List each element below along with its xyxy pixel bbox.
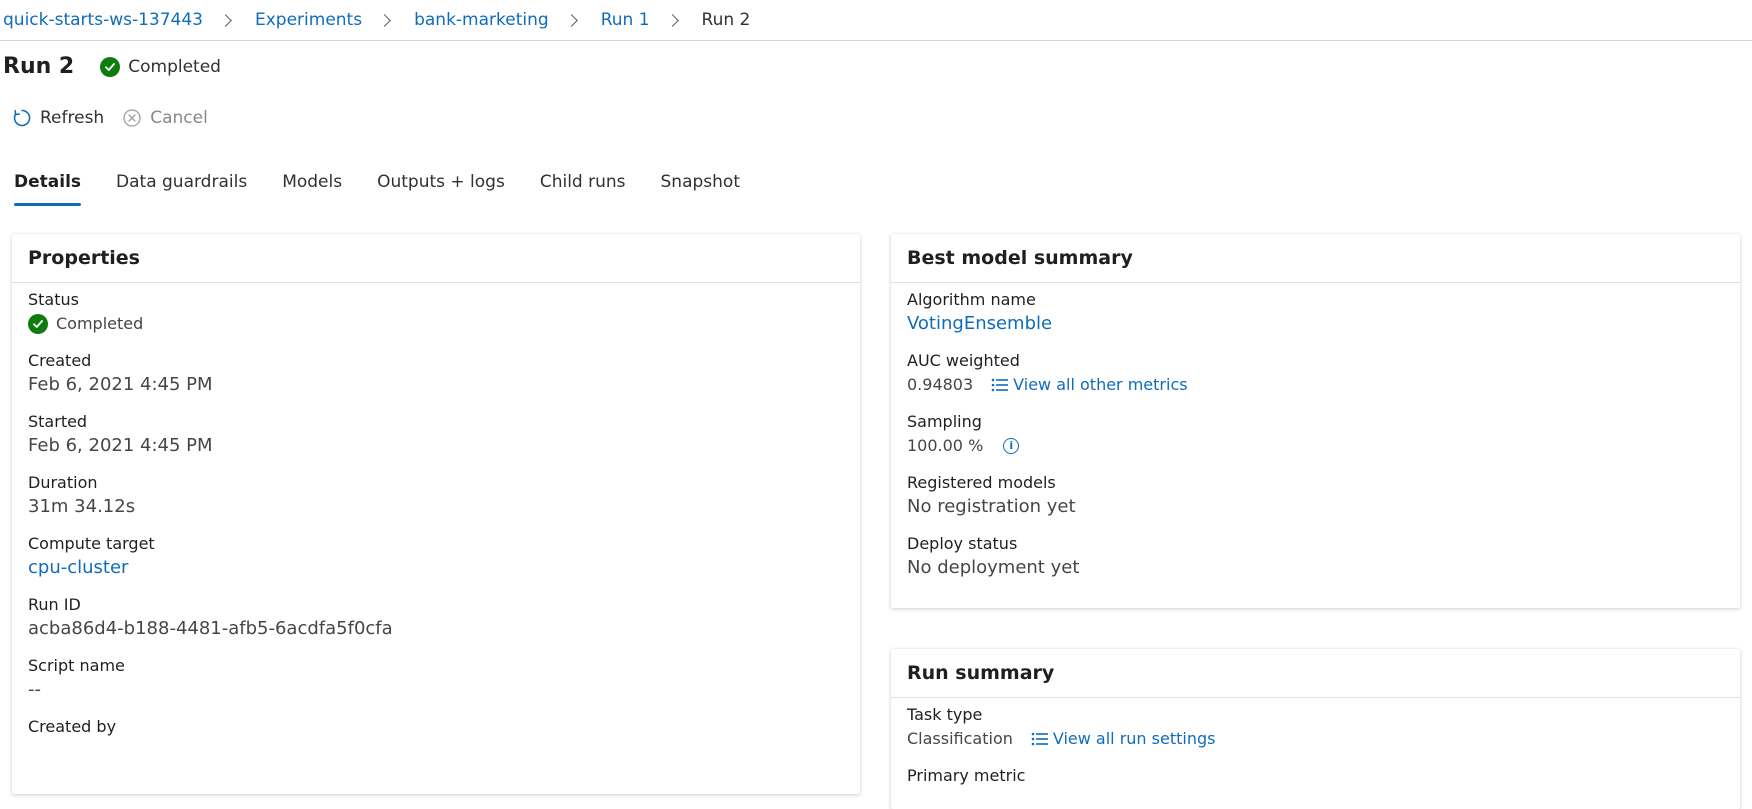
prop-auc-row: 0.94803 View all other metrics <box>907 372 1724 398</box>
breadcrumb-experiments[interactable]: Experiments <box>252 10 362 30</box>
prop-sampling-label: Sampling <box>907 412 982 431</box>
prop-createdby: Created by <box>28 716 844 738</box>
cancel-button[interactable]: Cancel <box>122 108 208 128</box>
prop-deploy: Deploy status No deployment yet <box>907 533 1724 581</box>
prop-registered-label: Registered models <box>907 473 1056 492</box>
prop-duration: Duration 31m 34.12s <box>28 472 844 520</box>
view-metrics-link[interactable]: View all other metrics <box>991 372 1188 398</box>
prop-script: Script name -- <box>28 655 844 703</box>
properties-card: Properties Status Completed Created Feb … <box>12 234 860 794</box>
chevron-right-icon <box>219 13 232 27</box>
tab-details[interactable]: Details <box>14 172 82 206</box>
prop-status-value: Completed <box>56 314 144 333</box>
best-model-title: Best model summary <box>891 234 1740 283</box>
best-model-card: Best model summary Algorithm name Voting… <box>891 234 1740 608</box>
prop-duration-value: 31m 34.12s <box>28 496 136 517</box>
cancel-icon <box>122 108 142 128</box>
check-circle-icon <box>28 314 48 334</box>
refresh-icon <box>12 108 32 128</box>
title-row: Run 2 Completed <box>3 54 221 79</box>
run-summary-card: Run summary Task type Classification Vie… <box>891 649 1740 809</box>
prop-started-label: Started <box>28 412 88 431</box>
list-icon <box>1031 732 1049 746</box>
prop-algorithm: Algorithm name VotingEnsemble <box>907 289 1724 337</box>
prop-created-label: Created <box>28 351 92 370</box>
breadcrumb-experiment[interactable]: bank-marketing <box>411 10 549 30</box>
prop-status: Status Completed <box>28 289 844 337</box>
prop-status-label: Status <box>28 290 79 309</box>
prop-script-value: -- <box>28 679 41 700</box>
page-title: Run 2 <box>3 54 75 79</box>
prop-sampling: Sampling 100.00 % i <box>907 411 1724 459</box>
view-run-settings-link[interactable]: View all run settings <box>1031 726 1216 752</box>
check-circle-icon <box>100 56 121 77</box>
chevron-right-icon <box>564 13 578 27</box>
prop-registered-value: No registration yet <box>907 496 1076 517</box>
tab-data-guardrails[interactable]: Data guardrails <box>116 172 247 206</box>
prop-auc-value: 0.94803 <box>907 375 974 394</box>
prop-task-row: Classification View all run settings <box>907 726 1724 752</box>
prop-started: Started Feb 6, 2021 4:45 PM <box>28 411 844 459</box>
properties-title: Properties <box>12 234 860 283</box>
prop-primary-metric-label: Primary metric <box>907 766 1026 785</box>
prop-status-value-row: Completed <box>28 311 844 337</box>
status-text: Completed <box>128 56 221 77</box>
info-icon[interactable]: i <box>1003 438 1020 454</box>
tab-bar: Details Data guardrails Models Outputs +… <box>14 172 775 206</box>
prop-runid-value: acba86d4-b188-4481-afb5-6acdfa5f0cfa <box>28 618 393 639</box>
prop-deploy-label: Deploy status <box>907 534 1018 553</box>
cancel-label: Cancel <box>150 108 208 128</box>
prop-compute: Compute target cpu-cluster <box>28 533 844 581</box>
prop-script-label: Script name <box>28 656 125 675</box>
tab-child-runs[interactable]: Child runs <box>540 172 626 206</box>
prop-createdby-label: Created by <box>28 717 117 736</box>
prop-task-value: Classification <box>907 729 1013 748</box>
prop-deploy-value: No deployment yet <box>907 557 1080 578</box>
tab-models[interactable]: Models <box>282 172 342 206</box>
prop-auc: AUC weighted 0.94803 View all other metr… <box>907 350 1724 398</box>
list-icon <box>991 378 1009 392</box>
view-metrics-label: View all other metrics <box>1013 375 1188 394</box>
prop-runid-label: Run ID <box>28 595 81 614</box>
compute-target-link[interactable]: cpu-cluster <box>28 557 128 578</box>
prop-primary-metric: Primary metric <box>907 765 1724 787</box>
breadcrumb-run-2: Run 2 <box>701 10 751 30</box>
tab-snapshot[interactable]: Snapshot <box>661 172 740 206</box>
toolbar: Refresh Cancel <box>12 108 226 128</box>
refresh-label: Refresh <box>40 108 105 128</box>
refresh-button[interactable]: Refresh <box>12 108 104 128</box>
tab-outputs-logs[interactable]: Outputs + logs <box>377 172 505 206</box>
view-run-settings-label: View all run settings <box>1052 729 1216 748</box>
breadcrumb-run-1[interactable]: Run 1 <box>598 10 650 30</box>
prop-compute-label: Compute target <box>28 534 155 553</box>
prop-task-label: Task type <box>907 705 983 724</box>
chevron-right-icon <box>378 13 391 27</box>
prop-algorithm-label: Algorithm name <box>907 290 1036 309</box>
prop-started-value: Feb 6, 2021 4:45 PM <box>28 435 213 456</box>
algorithm-link[interactable]: VotingEnsemble <box>907 313 1052 334</box>
prop-created: Created Feb 6, 2021 4:45 PM <box>28 350 844 398</box>
run-summary-title: Run summary <box>891 649 1740 698</box>
breadcrumb-workspace[interactable]: quick-starts-ws-137443 <box>0 10 203 30</box>
prop-sampling-value: 100.00 % <box>907 436 984 455</box>
status-badge: Completed <box>100 56 221 77</box>
breadcrumb: quick-starts-ws-137443 Experiments bank-… <box>0 0 1752 41</box>
prop-sampling-row: 100.00 % i <box>907 433 1724 459</box>
chevron-right-icon <box>665 13 679 27</box>
prop-task: Task type Classification View all run se… <box>907 704 1724 752</box>
prop-auc-label: AUC weighted <box>907 351 1020 370</box>
prop-runid: Run ID acba86d4-b188-4481-afb5-6acdfa5f0… <box>28 594 844 642</box>
prop-duration-label: Duration <box>28 473 98 492</box>
prop-created-value: Feb 6, 2021 4:45 PM <box>28 374 213 395</box>
prop-registered: Registered models No registration yet <box>907 472 1724 520</box>
